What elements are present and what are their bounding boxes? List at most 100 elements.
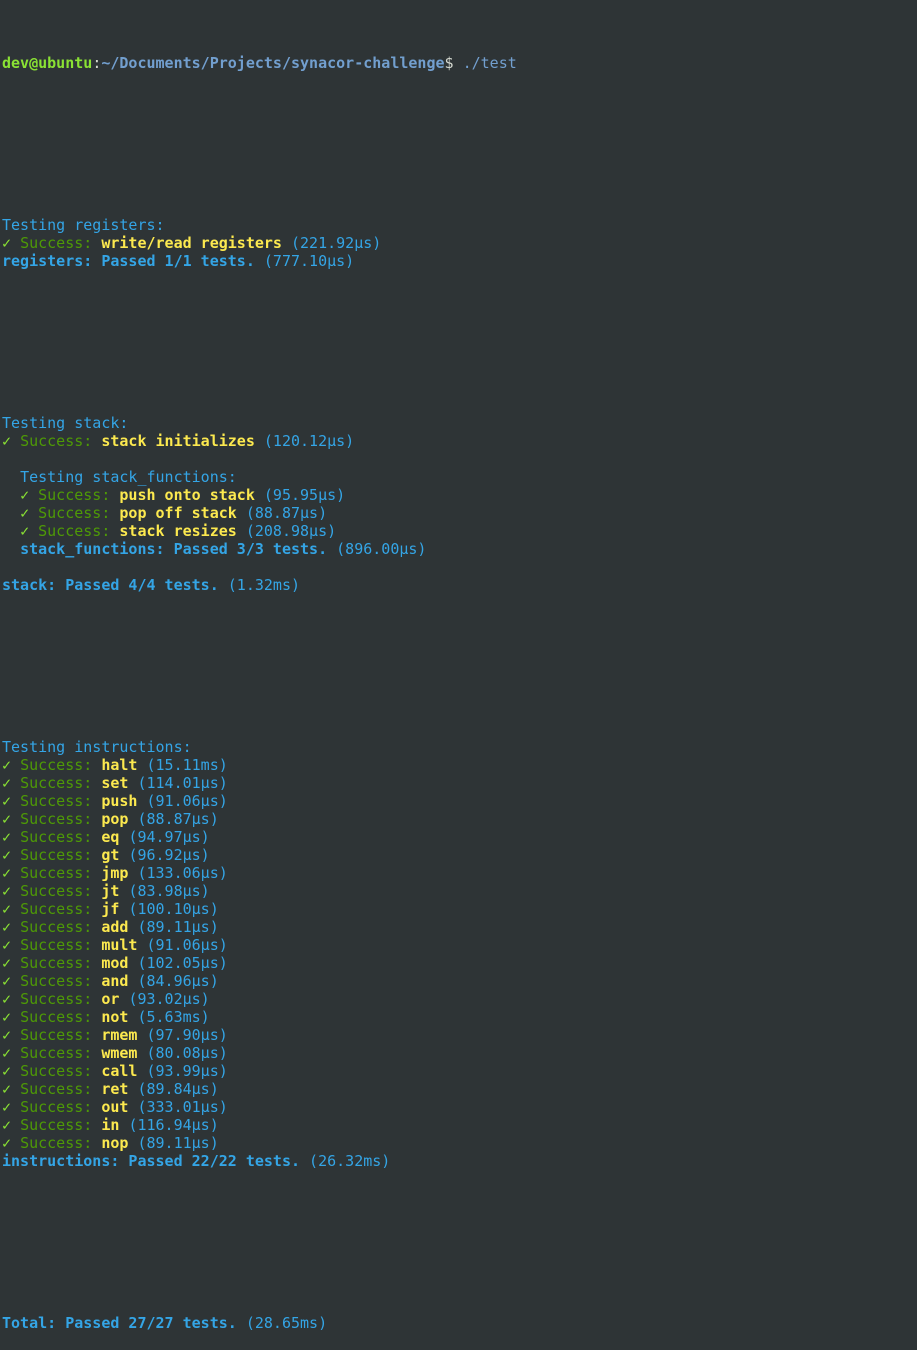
test-time: (221.92µs) [291,234,382,252]
test-name: pop [101,810,129,828]
prompt-path: ~/Documents/Projects/synacor-challenge [101,54,445,72]
success-label: Success: [20,828,102,846]
success-label: Success: [20,954,102,972]
test-name: gt [101,846,120,864]
test-result-line: ✓ Success: set (114.01µs) [2,774,917,792]
check-icon: ✓ [2,1062,21,1080]
check-icon: ✓ [2,918,21,936]
success-label: Success: [20,990,102,1008]
section-summary-time: (777.10µs) [263,252,355,270]
success-label: Success: [38,486,120,504]
test-name: jt [101,882,120,900]
test-time: (208.98µs) [245,522,337,540]
test-name: wmem [101,1044,138,1062]
test-name: stack initializes [101,432,255,450]
test-result-line: ✓ Success: push onto stack (95.95µs) [2,486,917,504]
test-name: rmem [101,1026,138,1044]
prompt-user-host: dev@ubuntu [2,54,93,72]
section-summary: registers: Passed 1/1 tests. [2,252,255,270]
test-time: (116.94µs) [128,1116,219,1134]
test-time: (102.05µs) [137,954,228,972]
success-label: Success: [20,1026,102,1044]
test-result-line: ✓ Success: in (116.94µs) [2,1116,917,1134]
success-label: Success: [20,1008,102,1026]
terminal-window[interactable]: dev@ubuntu:~/Documents/Projects/synacor-… [0,0,917,1332]
test-time: (333.01µs) [137,1098,228,1116]
success-label: Success: [20,774,102,792]
test-time: (88.87µs) [245,504,328,522]
test-name: jf [101,900,120,918]
test-time: (96.92µs) [128,846,210,864]
success-label: Success: [20,792,102,810]
test-time: (91.06µs) [146,936,228,954]
total-summary: Total: Passed 27/27 tests. [2,1314,237,1332]
section-summary-line: stack_functions: Passed 3/3 tests. (896.… [2,540,917,558]
test-time: (5.63ms) [137,1008,210,1026]
test-name: nop [101,1134,129,1152]
section-heading-line: Testing stack_functions: [2,468,917,486]
test-result-line: ✓ Success: out (333.01µs) [2,1098,917,1116]
check-icon: ✓ [2,936,21,954]
section-summary: stack_functions: Passed 3/3 tests. [20,540,328,558]
check-icon: ✓ [2,1026,21,1044]
test-time: (100.10µs) [128,900,219,918]
check-icon: ✓ [2,432,21,450]
success-label: Success: [20,1098,102,1116]
success-label: Success: [38,522,120,540]
success-label: Success: [20,900,102,918]
test-time: (89.11µs) [137,918,219,936]
test-name: eq [101,828,120,846]
test-name: not [101,1008,129,1026]
test-result-line: ✓ Success: pop (88.87µs) [2,810,917,828]
check-icon: ✓ [2,828,21,846]
test-name: or [101,990,120,1008]
check-icon: ✓ [2,990,21,1008]
check-icon: ✓ [2,846,21,864]
test-result-line: ✓ Success: mult (91.06µs) [2,936,917,954]
test-name: write/read registers [101,234,282,252]
test-result-line: ✓ Success: mod (102.05µs) [2,954,917,972]
section-summary: instructions: Passed 22/22 tests. [2,1152,301,1170]
check-icon: ✓ [20,522,39,540]
test-result-line: ✓ Success: ret (89.84µs) [2,1080,917,1098]
test-time: (15.11ms) [146,756,228,774]
test-result-line: ✓ Success: call (93.99µs) [2,1062,917,1080]
check-icon: ✓ [2,882,21,900]
test-result-line: ✓ Success: not (5.63ms) [2,1008,917,1026]
test-name: in [101,1116,120,1134]
success-label: Success: [20,936,102,954]
test-name: jmp [101,864,129,882]
success-label: Success: [20,756,102,774]
section-heading-line: Testing stack: [2,414,917,432]
check-icon: ✓ [2,774,21,792]
success-label: Success: [20,918,102,936]
total-summary-line: Total: Passed 27/27 tests. (28.65ms) [2,1314,917,1332]
test-name: push onto stack [119,486,255,504]
section-summary-line: registers: Passed 1/1 tests. (777.10µs) [2,252,917,270]
section-heading: Testing instructions: [2,738,192,756]
test-name: ret [101,1080,129,1098]
test-result-line: ✓ Success: jmp (133.06µs) [2,864,917,882]
test-name: add [101,918,129,936]
success-label: Success: [20,1044,102,1062]
test-time: (91.06µs) [146,792,228,810]
test-result-line: ✓ Success: wmem (80.08µs) [2,1044,917,1062]
section-summary-line: instructions: Passed 22/22 tests. (26.32… [2,1152,917,1170]
prompt-separator: : [92,54,102,72]
test-name: push [101,792,138,810]
test-result-line: ✓ Success: halt (15.11ms) [2,756,917,774]
test-result-line: ✓ Success: eq (94.97µs) [2,828,917,846]
test-time: (120.12µs) [263,432,355,450]
check-icon: ✓ [20,486,39,504]
test-name: stack resizes [119,522,237,540]
test-time: (84.96µs) [137,972,219,990]
success-label: Success: [20,1134,102,1152]
test-result-line: ✓ Success: jt (83.98µs) [2,882,917,900]
test-name: call [101,1062,138,1080]
section-heading-line: Testing registers: [2,216,917,234]
prompt-command: ./test [462,54,517,72]
